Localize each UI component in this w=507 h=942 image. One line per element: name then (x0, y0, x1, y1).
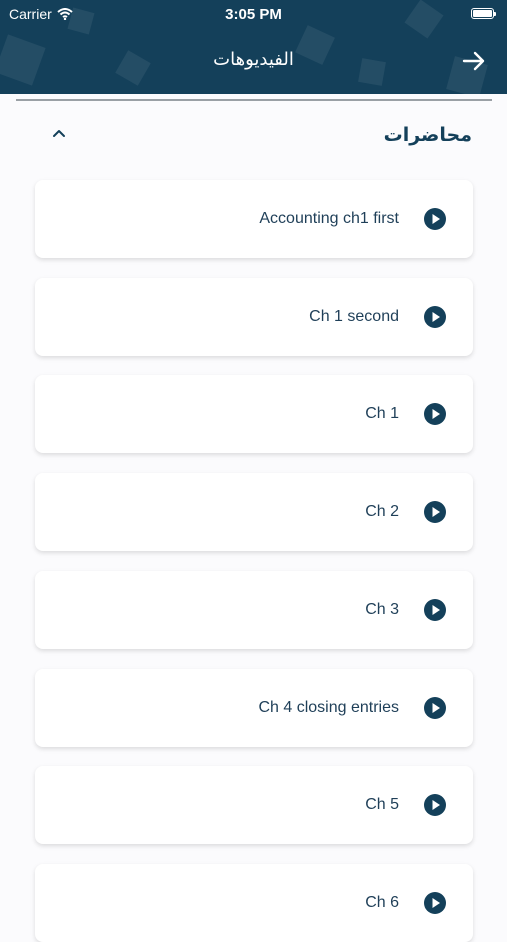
video-item[interactable]: Ch 1 second (35, 278, 473, 356)
video-title: Ch 2 (365, 503, 399, 520)
section-title: محاضرات (383, 125, 472, 146)
battery-icon (471, 8, 496, 19)
video-title: Ch 4 closing entries (258, 699, 399, 716)
video-item[interactable]: Ch 1 (35, 375, 473, 453)
arrow-right-icon[interactable] (461, 48, 487, 74)
video-item[interactable]: Ch 2 (35, 473, 473, 551)
video-item[interactable]: Ch 4 closing entries (35, 669, 473, 747)
video-title: Ch 1 (365, 405, 399, 422)
status-bar: Carrier 3:05 PM (0, 0, 507, 28)
status-time: 3:05 PM (225, 6, 282, 23)
chevron-up-icon[interactable] (50, 125, 68, 143)
video-item[interactable]: Ch 3 (35, 571, 473, 649)
play-circle-icon[interactable] (423, 305, 447, 329)
app-header: Carrier 3:05 PM الفيديوهات (0, 0, 507, 94)
video-title: Ch 3 (365, 601, 399, 618)
video-title: Accounting ch1 first (259, 210, 399, 227)
video-title: Ch 5 (365, 796, 399, 813)
play-circle-icon[interactable] (423, 207, 447, 231)
video-item[interactable]: Ch 6 (35, 864, 473, 942)
play-circle-icon[interactable] (423, 598, 447, 622)
video-title: Ch 6 (365, 894, 399, 911)
divider (16, 99, 492, 101)
play-circle-icon[interactable] (423, 500, 447, 524)
play-circle-icon[interactable] (423, 402, 447, 426)
video-item[interactable]: Ch 5 (35, 766, 473, 844)
video-title: Ch 1 second (309, 308, 399, 325)
section-header[interactable]: محاضرات (0, 115, 507, 155)
video-item[interactable]: Accounting ch1 first (35, 180, 473, 258)
play-circle-icon[interactable] (423, 793, 447, 817)
play-circle-icon[interactable] (423, 891, 447, 915)
page-title: الفيديوهات (213, 49, 294, 69)
play-circle-icon[interactable] (423, 696, 447, 720)
